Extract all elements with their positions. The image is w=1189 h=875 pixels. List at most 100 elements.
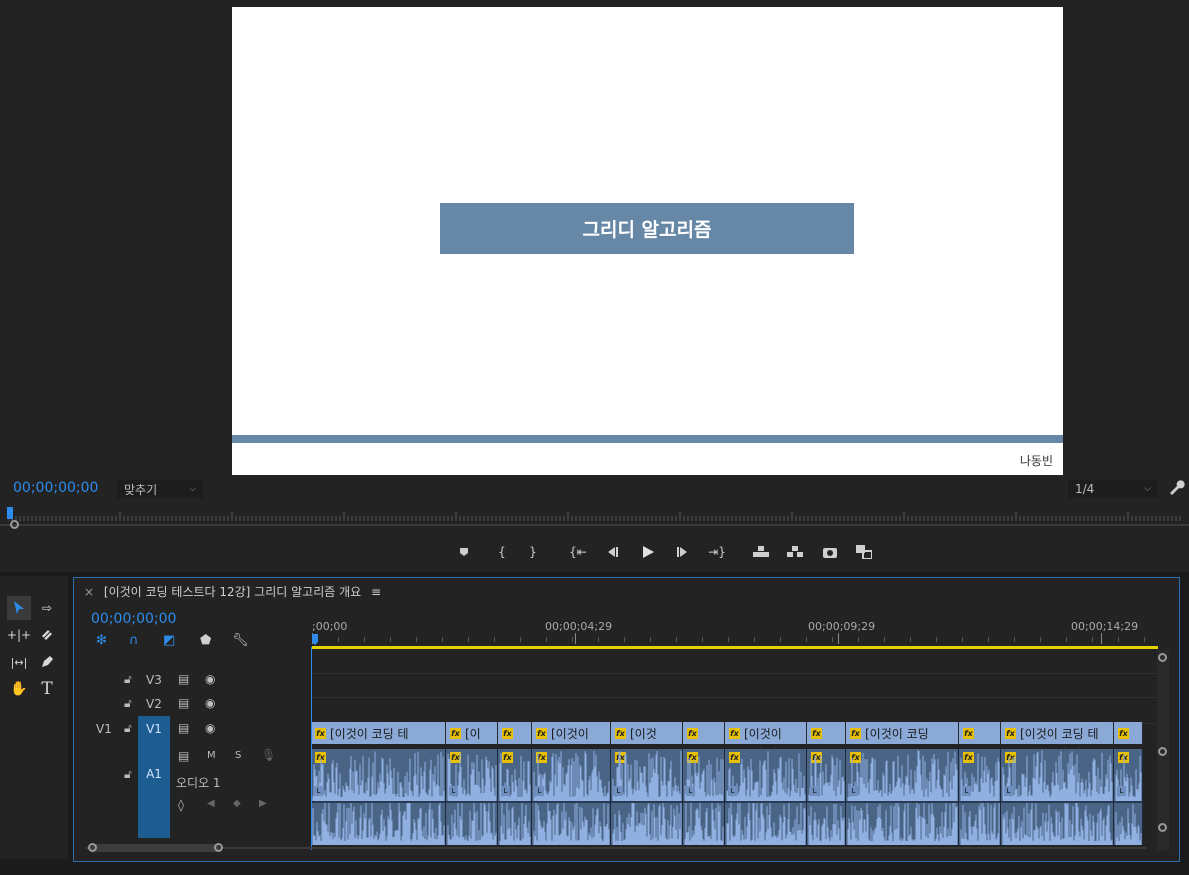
clip-label: [이것이 코딩 테 bbox=[330, 726, 409, 741]
hand-tool-icon[interactable]: ✋ bbox=[7, 677, 31, 701]
audio-clip[interactable]: fxL bbox=[725, 749, 807, 845]
solo-button[interactable]: S bbox=[235, 750, 241, 761]
track-label-v1[interactable]: V1 bbox=[138, 716, 170, 742]
audio-clip[interactable]: fxL bbox=[532, 749, 611, 845]
audio-clip[interactable]: fxL bbox=[807, 749, 846, 845]
lock-icon[interactable]: 🔓︎ bbox=[124, 721, 132, 736]
toggle-sync-icon[interactable]: ▤ bbox=[178, 696, 189, 710]
video-clip[interactable]: fx bbox=[959, 722, 1001, 744]
source-patch-v1[interactable]: V1 bbox=[96, 722, 112, 736]
lock-icon[interactable]: 🔓︎ bbox=[124, 672, 132, 687]
scrollbar-handle[interactable] bbox=[1158, 823, 1167, 832]
lock-icon[interactable]: 🔓︎ bbox=[124, 767, 132, 782]
program-timecode[interactable]: 00;00;00;00 bbox=[13, 480, 98, 496]
mark-in-icon[interactable]: { bbox=[491, 541, 513, 563]
slide-author: 나동빈 bbox=[1019, 454, 1053, 468]
fx-badge: fx bbox=[687, 727, 698, 739]
slip-tool-icon[interactable]: |↔| bbox=[7, 650, 31, 674]
eye-icon[interactable]: ◉ bbox=[205, 721, 215, 735]
eye-icon[interactable]: ◉ bbox=[205, 672, 215, 686]
toggle-sync-icon[interactable]: ▤ bbox=[178, 721, 189, 735]
timeline-tab[interactable]: × [이것이 코딩 테스트다 12강] 그리디 알고리즘 개요 ≡ bbox=[84, 583, 381, 600]
audio-clip[interactable]: fxL bbox=[1001, 749, 1114, 845]
scrollbar-handle[interactable] bbox=[1158, 653, 1167, 662]
razor-tool-icon[interactable] bbox=[35, 623, 59, 647]
audio-clip[interactable]: fxL bbox=[846, 749, 959, 845]
toggle-sync-icon[interactable]: ▤ bbox=[178, 749, 189, 763]
video-clip[interactable]: fx [이것이 코딩 테 bbox=[311, 722, 446, 744]
wrench-icon[interactable] bbox=[1166, 478, 1186, 498]
next-keyframe-icon[interactable]: ▶ bbox=[259, 798, 267, 809]
timeline-timecode[interactable]: 00;00;00;00 bbox=[91, 611, 176, 627]
monitor-zoom-scrollbar[interactable] bbox=[0, 520, 1189, 530]
waveform-channel bbox=[808, 803, 845, 845]
play-icon[interactable] bbox=[637, 541, 659, 563]
track-select-tool-icon[interactable]: ⇨ bbox=[35, 596, 59, 620]
video-clip[interactable]: fx bbox=[1114, 722, 1143, 744]
audio-clip[interactable]: fxL bbox=[311, 749, 446, 845]
scrollbar-handle[interactable] bbox=[10, 520, 19, 529]
type-tool-icon[interactable]: T bbox=[35, 677, 59, 701]
track-label-v2[interactable]: V2 bbox=[146, 697, 162, 711]
monitor-playhead[interactable] bbox=[7, 507, 13, 519]
mute-button[interactable]: M bbox=[207, 750, 216, 761]
scrollbar-handle[interactable] bbox=[88, 843, 97, 852]
waveform-channel bbox=[960, 798, 1000, 845]
microphone-icon[interactable]: 🎙︎ bbox=[261, 748, 276, 762]
eye-icon[interactable]: ◉ bbox=[205, 696, 215, 710]
left-channel-marker: L bbox=[501, 786, 510, 796]
ripple-edit-tool-icon[interactable]: +|+ bbox=[7, 623, 31, 647]
vertical-scrollbar[interactable] bbox=[1157, 650, 1169, 850]
export-frame-icon[interactable] bbox=[819, 541, 841, 563]
scrollbar-thumb[interactable] bbox=[91, 844, 219, 852]
panel-menu-icon[interactable]: ≡ bbox=[371, 585, 381, 599]
add-marker-icon[interactable] bbox=[453, 541, 475, 563]
keyframe-icon[interactable]: ◊ bbox=[178, 798, 184, 812]
wrench-icon[interactable]: 🔧︎ bbox=[232, 633, 249, 648]
video-clip[interactable]: fx [이것이 코딩 테 bbox=[1001, 722, 1114, 744]
audio-clip[interactable]: fxL bbox=[446, 749, 498, 845]
prev-keyframe-icon[interactable]: ◀ bbox=[207, 798, 215, 809]
video-clip[interactable]: fx bbox=[498, 722, 532, 744]
audio-clip[interactable]: fxL bbox=[611, 749, 683, 845]
extract-icon[interactable] bbox=[784, 541, 806, 563]
audio-clip[interactable]: fxL bbox=[959, 749, 1001, 845]
lift-icon[interactable] bbox=[750, 541, 772, 563]
pen-tool-icon[interactable] bbox=[35, 650, 59, 674]
go-to-out-icon[interactable]: ⇥} bbox=[706, 541, 728, 563]
lock-icon[interactable]: 🔓︎ bbox=[124, 696, 132, 711]
video-clip[interactable]: fx bbox=[807, 722, 846, 744]
selection-tool-icon[interactable] bbox=[7, 596, 31, 620]
track-label-v3[interactable]: V3 bbox=[146, 673, 162, 687]
linked-selection-icon[interactable]: ◩ bbox=[163, 633, 175, 648]
close-icon[interactable]: × bbox=[84, 585, 94, 599]
audio-clip[interactable]: fxL bbox=[683, 749, 725, 845]
video-clip[interactable]: fx [이것이 bbox=[725, 722, 807, 744]
zoom-fit-dropdown[interactable]: 맞추기 ⌵ bbox=[117, 480, 203, 498]
add-keyframe-icon[interactable]: ◆ bbox=[233, 798, 241, 809]
compare-icon[interactable] bbox=[853, 541, 875, 563]
video-clip[interactable]: fx [이 bbox=[446, 722, 498, 744]
snap-magnet-icon[interactable]: ∩ bbox=[129, 633, 139, 648]
video-clip[interactable]: fx [이것이 코딩 bbox=[846, 722, 959, 744]
go-to-in-icon[interactable]: {⇤ bbox=[567, 541, 589, 563]
toggle-sync-icon[interactable]: ▤ bbox=[178, 672, 189, 686]
mark-out-icon[interactable]: } bbox=[522, 541, 544, 563]
timeline-horizontal-scrollbar[interactable] bbox=[86, 843, 1146, 852]
step-back-icon[interactable] bbox=[601, 541, 623, 563]
left-channel-marker: L bbox=[314, 786, 323, 796]
audio-clip[interactable]: fxL bbox=[498, 749, 532, 845]
scrollbar-handle[interactable] bbox=[214, 843, 223, 852]
nest-sequence-icon[interactable]: ❇ bbox=[96, 633, 107, 648]
timeline-time-ruler[interactable]: ;00;00 00;00;04;29 00;00;09;29 00;00;14;29 bbox=[312, 618, 1158, 650]
add-marker-icon[interactable]: ⬟ bbox=[200, 633, 211, 648]
playback-resolution-dropdown[interactable]: 1/4 ⌵ bbox=[1068, 480, 1158, 498]
step-forward-icon[interactable] bbox=[672, 541, 694, 563]
audio-clip[interactable]: fxL bbox=[1114, 749, 1143, 845]
scrollbar-handle[interactable] bbox=[1158, 747, 1167, 756]
video-clip[interactable]: fx [이것이 bbox=[532, 722, 611, 744]
audio-waveform bbox=[611, 751, 682, 845]
video-clip[interactable]: fx [이것 bbox=[611, 722, 683, 744]
track-label-a1[interactable]: A1 bbox=[138, 742, 170, 838]
video-clip[interactable]: fx bbox=[683, 722, 725, 744]
